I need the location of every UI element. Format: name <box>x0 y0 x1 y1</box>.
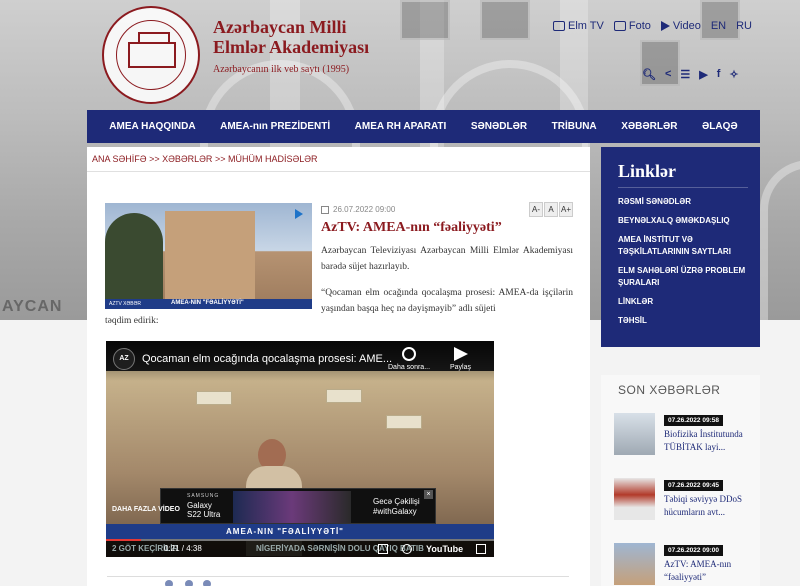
font-size-controls: A- A A+ <box>529 202 573 217</box>
latest-news-heading: SON XƏBƏRLƏR <box>618 383 721 397</box>
article-paragraph-2: “Qocaman elm ocağında qocalaşma prosesi:… <box>321 288 573 314</box>
subtitles-icon[interactable] <box>378 544 388 554</box>
font-increase-button[interactable]: A+ <box>559 202 573 217</box>
breadcrumb-news[interactable]: XƏBƏRLƏR <box>162 154 212 164</box>
sitemap-icon[interactable]: ☰ <box>680 68 690 81</box>
main-navigation: AMEA HAQQINDA AMEA-nın PREZİDENTİ AMEA R… <box>87 110 760 143</box>
tv-icon <box>553 21 565 31</box>
nav-item-president[interactable]: AMEA-nın PREZİDENTİ <box>220 121 330 132</box>
facebook-icon[interactable]: f <box>717 68 721 81</box>
fullscreen-icon[interactable] <box>476 544 486 554</box>
link-links[interactable]: LİNKLƏR <box>618 296 753 308</box>
clock-icon <box>402 347 417 361</box>
video-lower-third: AMEA-NIN "FƏALİYYƏTİ" <box>106 524 494 540</box>
ad-close-icon[interactable]: × <box>424 490 433 499</box>
article-paragraph-2-end: təqdim edirik: <box>105 316 159 326</box>
breadcrumb: ANA SƏHİFƏ >> XƏBƏRLƏR >> MÜHÜM HADİSƏLƏ… <box>92 154 318 164</box>
youtube-logo[interactable]: YouTube <box>426 544 463 554</box>
nav-item-news[interactable]: XƏBƏRLƏR <box>621 121 677 132</box>
photo-icon <box>613 21 626 31</box>
academy-seal-logo[interactable] <box>102 6 200 104</box>
article-title: AzTV: AMEA-nın “fəaliyyəti” <box>321 220 502 235</box>
share-facebook-icon[interactable] <box>165 580 173 586</box>
news-item[interactable]: 07.26.2022 09:58 Biofizika İnstitutunda … <box>614 413 760 473</box>
nav-item-about[interactable]: AMEA HAQQINDA <box>109 121 195 132</box>
video-title[interactable]: Qocaman elm ocağında qocalaşma prosesi: … <box>142 353 392 365</box>
search-icon[interactable]: 🔍︎ <box>642 68 656 81</box>
elm-tv-link[interactable]: Elm TV <box>553 20 604 32</box>
nav-item-documents[interactable]: SƏNƏDLƏR <box>471 121 527 132</box>
share-email-icon[interactable] <box>203 580 211 586</box>
more-videos-label[interactable]: DAHA FAZLA VİDEO <box>112 506 180 513</box>
video-controls: 2 GÖT KEÇİRİLİR 0:21 / 4:38 NİGERİYADA S… <box>106 541 494 557</box>
article-date: 26.07.2022 09:00 <box>321 205 395 214</box>
link-official-docs[interactable]: RƏSMİ SƏNƏDLƏR <box>618 196 753 208</box>
nav-item-tribuna[interactable]: TRİBUNA <box>552 121 597 132</box>
links-heading: Linklər <box>618 161 677 181</box>
lang-en-link[interactable]: EN <box>711 20 726 32</box>
news-thumbnail <box>614 543 655 585</box>
foto-link[interactable]: Foto <box>613 20 651 32</box>
site-subtitle: Azərbaycanın ilk veb saytı (1995) <box>213 64 350 75</box>
share-arrow-icon <box>453 347 468 361</box>
link-institutes[interactable]: AMEA İNSTİTUT VƏ TƏŞKİLATLARININ SAYTLAR… <box>618 234 753 258</box>
news-item[interactable]: 07.26.2022 09:45 Təbiqi səviyyə DDoS hüc… <box>614 478 760 538</box>
video-link[interactable]: Video <box>660 20 701 32</box>
video-icon <box>660 21 670 31</box>
link-councils[interactable]: ELM SAHƏLƏRİ ÜZRƏ PROBLEM ŞURALARI <box>618 265 753 289</box>
article-paragraph-1: Azərbaycan Televiziyası Azərbaycan Milli… <box>321 246 573 272</box>
channel-avatar[interactable]: AZ <box>113 348 135 370</box>
site-title[interactable]: Azərbaycan Milli Elmlər Akademiyası <box>213 17 369 57</box>
youtube-video-player[interactable]: AZ Qocaman elm ocağında qocalaşma proses… <box>106 341 494 557</box>
article-thumbnail: AZTV XƏBƏR AMEA-NIN "FƏALİYYƏTİ" <box>105 203 312 309</box>
news-thumbnail <box>614 413 655 455</box>
breadcrumb-current[interactable]: MÜHÜM HADİSƏLƏR <box>228 154 318 164</box>
background-lettering: AYCAN <box>2 298 63 315</box>
play-icon <box>295 209 303 219</box>
share-twitter-icon[interactable] <box>185 580 193 586</box>
ad-image <box>233 491 351 523</box>
share-button[interactable]: Paylaş <box>450 347 471 371</box>
watch-later-button[interactable]: Daha sonra... <box>388 347 430 371</box>
top-links: Elm TV Foto Video EN RU <box>553 20 762 32</box>
latest-news-panel: SON XƏBƏRLƏR 07.26.2022 09:58 Biofizika … <box>601 375 760 586</box>
main-content: ANA SƏHİFƏ >> XƏBƏRLƏR >> MÜHÜM HADİSƏLƏ… <box>87 147 590 586</box>
link-education[interactable]: TƏHSİL <box>618 315 753 327</box>
social-icons: 🔍︎ < ☰ ▶ f ✧ <box>642 68 739 81</box>
nav-item-contact[interactable]: ƏLAQƏ <box>702 121 738 132</box>
links-panel: Linklər RƏSMİ SƏNƏDLƏR BEYNƏLXALQ ƏMƏKDA… <box>601 147 760 347</box>
font-reset-button[interactable]: A <box>544 202 558 217</box>
share-row <box>107 576 569 586</box>
link-international[interactable]: BEYNƏLXALQ ƏMƏKDAŞLIQ <box>618 215 753 227</box>
lang-ru-link[interactable]: RU <box>736 20 752 32</box>
youtube-icon[interactable]: ▶ <box>699 68 707 81</box>
calendar-icon <box>321 205 329 214</box>
twitter-icon[interactable]: ✧ <box>729 68 738 81</box>
font-decrease-button[interactable]: A- <box>529 202 543 217</box>
settings-gear-icon[interactable] <box>402 544 412 554</box>
breadcrumb-home[interactable]: ANA SƏHİFƏ <box>92 154 147 164</box>
news-item[interactable]: 07.26.2022 09:00 AzTV: AMEA-nın “fəaliyy… <box>614 543 760 586</box>
video-time: 0:21 / 4:38 <box>164 544 202 553</box>
share-icon[interactable]: < <box>665 68 671 81</box>
news-thumbnail <box>614 478 655 520</box>
video-ad-overlay[interactable]: SAMSUNG Galaxy S22 Ultra Gecə Çəkilişi #wi… <box>160 488 436 524</box>
nav-item-apparatus[interactable]: AMEA RH APARATI <box>355 121 447 132</box>
